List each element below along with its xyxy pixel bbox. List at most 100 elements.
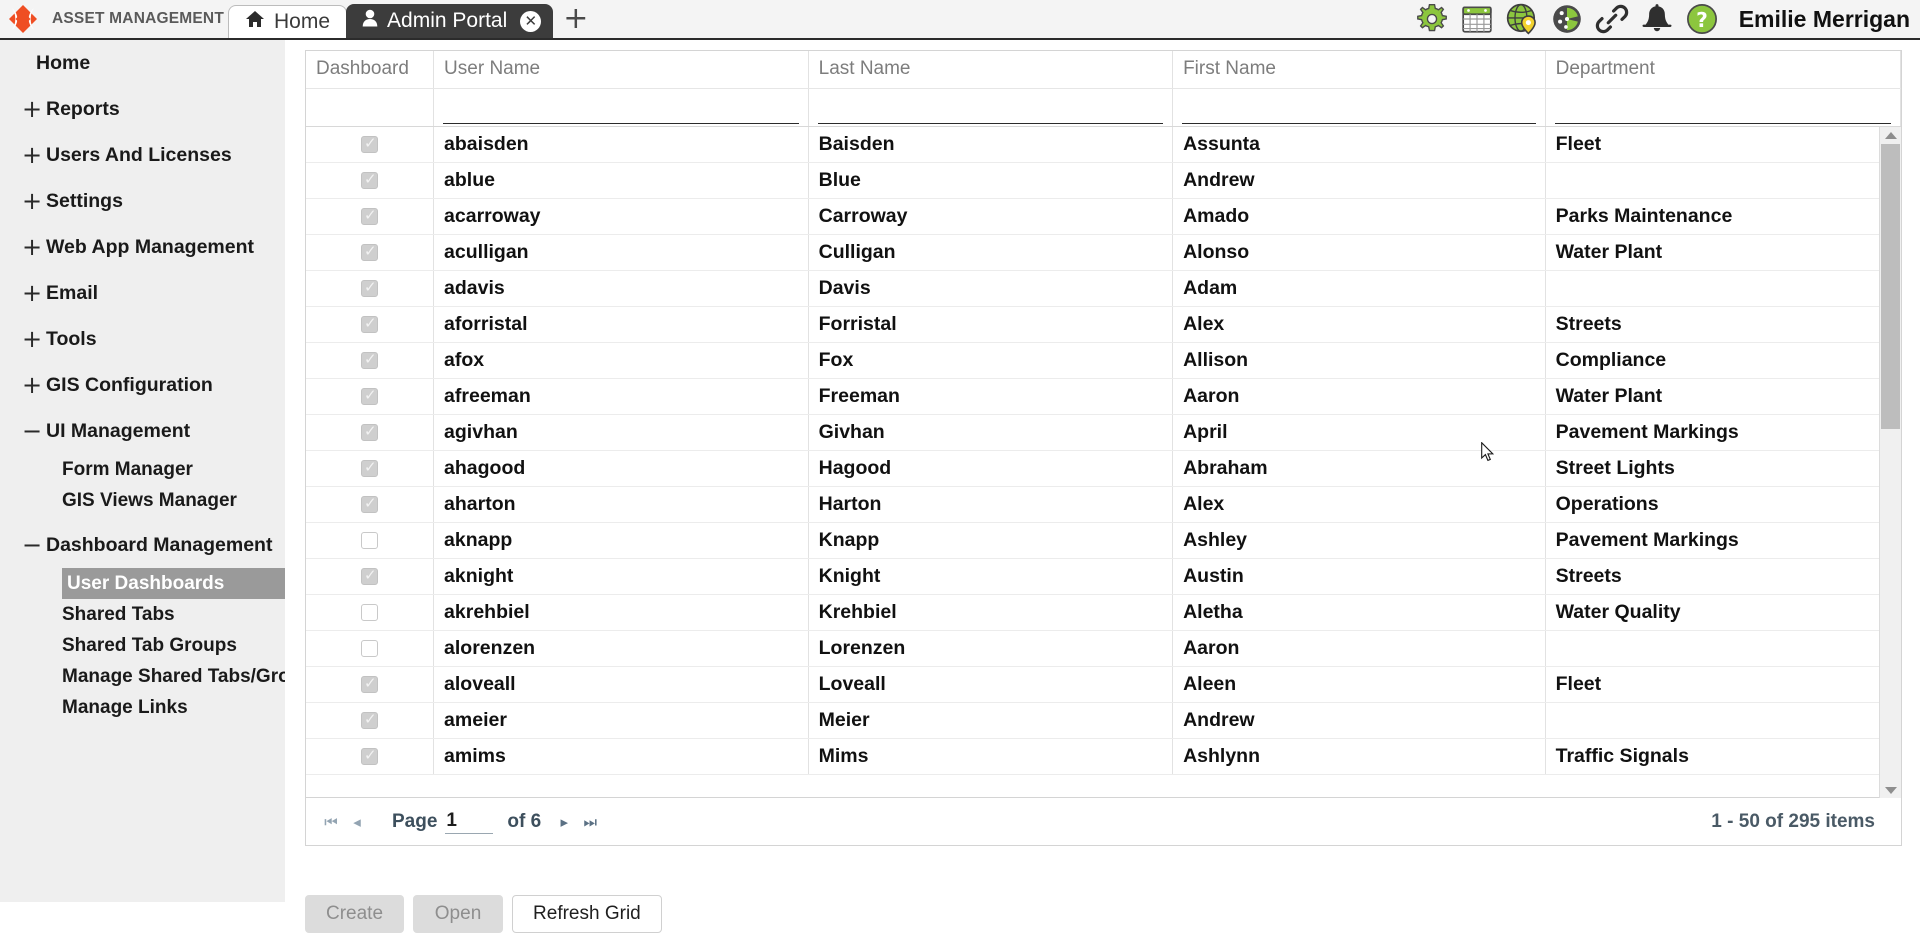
add-tab-button[interactable]: + bbox=[553, 4, 598, 36]
sidebar-item-gis-configuration[interactable]: + GIS Configuration bbox=[0, 362, 285, 408]
cell-dashboard[interactable] bbox=[306, 378, 435, 415]
cell-dashboard[interactable] bbox=[306, 234, 435, 271]
cell-dashboard[interactable] bbox=[306, 198, 435, 235]
close-icon[interactable]: ✕ bbox=[520, 10, 542, 32]
table-row[interactable]: ameierMeierAndrew bbox=[306, 702, 1902, 739]
page-number-input[interactable] bbox=[445, 809, 494, 834]
cell-dashboard[interactable] bbox=[306, 270, 435, 307]
table-row[interactable]: ablueBlueAndrew bbox=[306, 162, 1902, 199]
bell-icon[interactable] bbox=[1640, 2, 1674, 36]
checkbox-unchecked-icon[interactable] bbox=[361, 531, 379, 549]
create-button[interactable]: Create bbox=[305, 895, 405, 933]
cell-dashboard[interactable] bbox=[306, 666, 435, 703]
table-row[interactable]: aknightKnightAustinStreets bbox=[306, 558, 1902, 595]
grid-vertical-scrollbar[interactable] bbox=[1879, 127, 1901, 798]
expander-plus-icon[interactable]: + bbox=[22, 235, 46, 259]
table-row[interactable]: afoxFoxAllisonCompliance bbox=[306, 342, 1902, 379]
cell-dashboard[interactable] bbox=[306, 558, 435, 595]
expander-plus-icon[interactable]: + bbox=[22, 327, 46, 351]
sidebar-item-manage-shared-tabs-groups[interactable]: Manage Shared Tabs/Groups bbox=[0, 661, 285, 692]
checkbox-checked-icon[interactable] bbox=[361, 494, 379, 513]
expander-minus-icon[interactable]: − bbox=[22, 419, 46, 443]
cell-dashboard[interactable] bbox=[306, 522, 435, 559]
table-row[interactable]: abaisdenBaisdenAssuntaFleet bbox=[306, 126, 1902, 163]
filter-input-first-name[interactable] bbox=[1182, 97, 1536, 124]
sidebar-item-gis-views-manager[interactable]: GIS Views Manager bbox=[0, 485, 285, 516]
previous-page-icon[interactable]: ◂ bbox=[344, 809, 370, 835]
compass-icon[interactable] bbox=[1550, 2, 1584, 36]
cell-dashboard[interactable] bbox=[306, 162, 435, 199]
filter-input-user-name[interactable] bbox=[443, 97, 799, 124]
cell-dashboard[interactable] bbox=[306, 414, 435, 451]
table-row[interactable]: alorenzen Lorenzen Aaron bbox=[306, 630, 1902, 667]
table-row[interactable]: aloveallLoveallAleenFleet bbox=[306, 666, 1902, 703]
table-row[interactable]: adavisDavisAdam bbox=[306, 270, 1902, 307]
checkbox-checked-icon[interactable] bbox=[361, 674, 379, 693]
table-row[interactable]: amimsMimsAshlynnTraffic Signals bbox=[306, 738, 1902, 775]
checkbox-checked-icon[interactable] bbox=[361, 566, 379, 585]
table-row[interactable]: akrehbiel Krehbiel Aletha Water Quality bbox=[306, 594, 1902, 631]
filter-input-department[interactable] bbox=[1554, 97, 1891, 124]
table-row[interactable]: ahagoodHagoodAbrahamStreet Lights bbox=[306, 450, 1902, 487]
user-name-label[interactable]: Emilie Merrigan bbox=[1739, 6, 1910, 33]
sidebar-item-form-manager[interactable]: Form Manager bbox=[0, 454, 285, 485]
sidebar-item-email[interactable]: + Email bbox=[0, 270, 285, 316]
table-row[interactable]: afreemanFreemanAaronWater Plant bbox=[306, 378, 1902, 415]
filter-input-last-name[interactable] bbox=[817, 97, 1164, 124]
column-header-dashboard[interactable]: Dashboard bbox=[306, 51, 435, 89]
tab-admin-portal[interactable]: Admin Portal ✕ bbox=[346, 4, 554, 38]
checkbox-checked-icon[interactable] bbox=[361, 746, 379, 765]
checkbox-checked-icon[interactable] bbox=[361, 134, 379, 153]
link-icon[interactable] bbox=[1595, 2, 1629, 36]
table-row[interactable]: aculliganCulliganAlonsoWater Plant bbox=[306, 234, 1902, 271]
next-page-icon[interactable]: ▸ bbox=[551, 809, 577, 835]
cell-dashboard[interactable] bbox=[306, 738, 435, 775]
column-header-last-name[interactable]: Last Name bbox=[808, 51, 1174, 89]
sidebar-item-web-app-management[interactable]: + Web App Management bbox=[0, 224, 285, 270]
cell-dashboard[interactable] bbox=[306, 702, 435, 739]
sidebar-item-manage-links[interactable]: Manage Links bbox=[0, 692, 285, 723]
cell-dashboard[interactable] bbox=[306, 342, 435, 379]
column-header-department[interactable]: Department bbox=[1545, 51, 1902, 89]
first-page-icon[interactable]: ⏮ bbox=[318, 809, 344, 835]
checkbox-checked-icon[interactable] bbox=[361, 242, 379, 261]
expander-plus-icon[interactable]: + bbox=[22, 373, 46, 397]
sidebar-item-users-and-licenses[interactable]: + Users And Licenses bbox=[0, 132, 285, 178]
checkbox-checked-icon[interactable] bbox=[361, 710, 379, 729]
calendar-icon[interactable] bbox=[1460, 2, 1494, 36]
cell-dashboard[interactable] bbox=[306, 450, 435, 487]
cell-dashboard[interactable] bbox=[306, 486, 435, 523]
cell-dashboard[interactable] bbox=[306, 306, 435, 343]
checkbox-unchecked-icon[interactable] bbox=[361, 639, 379, 657]
expander-plus-icon[interactable]: + bbox=[22, 189, 46, 213]
cell-dashboard[interactable] bbox=[306, 126, 435, 163]
table-row[interactable]: acarrowayCarrowayAmadoParks Maintenance bbox=[306, 198, 1902, 235]
scroll-down-icon[interactable] bbox=[1880, 782, 1901, 798]
expander-plus-icon[interactable]: + bbox=[22, 97, 46, 121]
sidebar-item-tools[interactable]: + Tools bbox=[0, 316, 285, 362]
column-header-user-name[interactable]: User Name bbox=[433, 51, 809, 89]
expander-plus-icon[interactable]: + bbox=[22, 143, 46, 167]
checkbox-checked-icon[interactable] bbox=[361, 350, 379, 369]
last-page-icon[interactable]: ⏭ bbox=[577, 809, 603, 835]
sidebar-item-shared-tabs[interactable]: Shared Tabs bbox=[0, 599, 285, 630]
help-icon[interactable]: ? bbox=[1685, 2, 1719, 36]
table-row[interactable]: aknapp Knapp Ashley Pavement Markings bbox=[306, 522, 1902, 559]
table-row[interactable]: aforristalForristalAlexStreets bbox=[306, 306, 1902, 343]
cell-dashboard[interactable] bbox=[306, 594, 435, 631]
refresh-grid-button[interactable]: Refresh Grid bbox=[512, 895, 662, 933]
sidebar-item-shared-tab-groups[interactable]: Shared Tab Groups bbox=[0, 630, 285, 661]
gear-icon[interactable] bbox=[1415, 2, 1449, 36]
sidebar-item-reports[interactable]: + Reports bbox=[0, 86, 285, 132]
cell-dashboard[interactable] bbox=[306, 630, 435, 667]
column-header-first-name[interactable]: First Name bbox=[1172, 51, 1546, 89]
sidebar-item-ui-management[interactable]: − UI Management bbox=[0, 408, 285, 454]
expander-minus-icon[interactable]: − bbox=[22, 533, 46, 557]
table-row[interactable]: ahartonHartonAlexOperations bbox=[306, 486, 1902, 523]
sidebar-item-dashboard-management[interactable]: − Dashboard Management bbox=[0, 522, 285, 568]
checkbox-checked-icon[interactable] bbox=[361, 278, 379, 297]
sidebar-item-home[interactable]: Home bbox=[0, 40, 285, 86]
open-button[interactable]: Open bbox=[413, 895, 504, 933]
tab-home[interactable]: Home bbox=[228, 5, 348, 38]
globe-location-icon[interactable] bbox=[1505, 2, 1539, 36]
